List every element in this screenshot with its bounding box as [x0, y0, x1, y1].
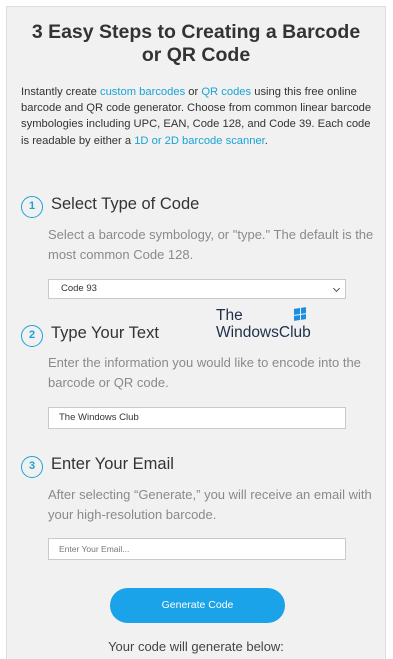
- barcode-scanner-link[interactable]: 1D or 2D barcode scanner: [134, 135, 265, 147]
- generate-below-text: Your code will generate below:: [108, 639, 284, 654]
- chevron-down-icon: [332, 284, 341, 293]
- code-type-select[interactable]: Code 93: [48, 279, 346, 299]
- step-1-title: Select Type of Code: [51, 195, 200, 213]
- text-to-encode-input[interactable]: The Windows Club: [48, 407, 346, 429]
- intro-text-2: or: [185, 86, 202, 98]
- page-title-line1: 3 Easy Steps to Creating a Barcode: [31, 21, 361, 43]
- page-title-line2: or QR Code: [141, 44, 251, 66]
- step-1-description: Select a barcode symbology, or "type." T…: [48, 227, 374, 262]
- text-to-encode-value: The Windows Club: [59, 412, 139, 423]
- step-2-description: Enter the information you would like to …: [48, 355, 361, 390]
- page-title: 3 Easy Steps to Creating a Barcode or QR…: [7, 21, 385, 67]
- step-3-title: Enter Your Email: [51, 455, 174, 473]
- step-3-number-badge: 3: [21, 456, 43, 478]
- step-2-number-badge: 2: [21, 325, 43, 347]
- watermark-line2: WindowsClub: [216, 324, 311, 341]
- intro-paragraph: Instantly create custom barcodes or QR c…: [21, 84, 376, 149]
- generate-code-button[interactable]: Generate Code: [110, 588, 285, 623]
- windows-logo-icon: [294, 307, 306, 321]
- email-field[interactable]: Enter Your Email...: [48, 538, 346, 560]
- step-1-number-badge: 1: [21, 196, 43, 218]
- custom-barcodes-link[interactable]: custom barcodes: [100, 86, 185, 98]
- step-3-description: After selecting “Generate,” you will rec…: [48, 487, 372, 522]
- intro-text-4: .: [264, 134, 268, 147]
- step-2-title: Type Your Text: [51, 324, 159, 342]
- code-type-select-value: Code 93: [61, 283, 97, 294]
- watermark: The WindowsClub: [216, 307, 311, 341]
- generator-panel: 3 Easy Steps to Creating a Barcode or QR…: [6, 6, 386, 659]
- intro-text-1: Instantly create: [21, 86, 100, 98]
- email-placeholder: Enter Your Email...: [59, 544, 130, 554]
- qr-codes-link[interactable]: QR codes: [201, 86, 251, 98]
